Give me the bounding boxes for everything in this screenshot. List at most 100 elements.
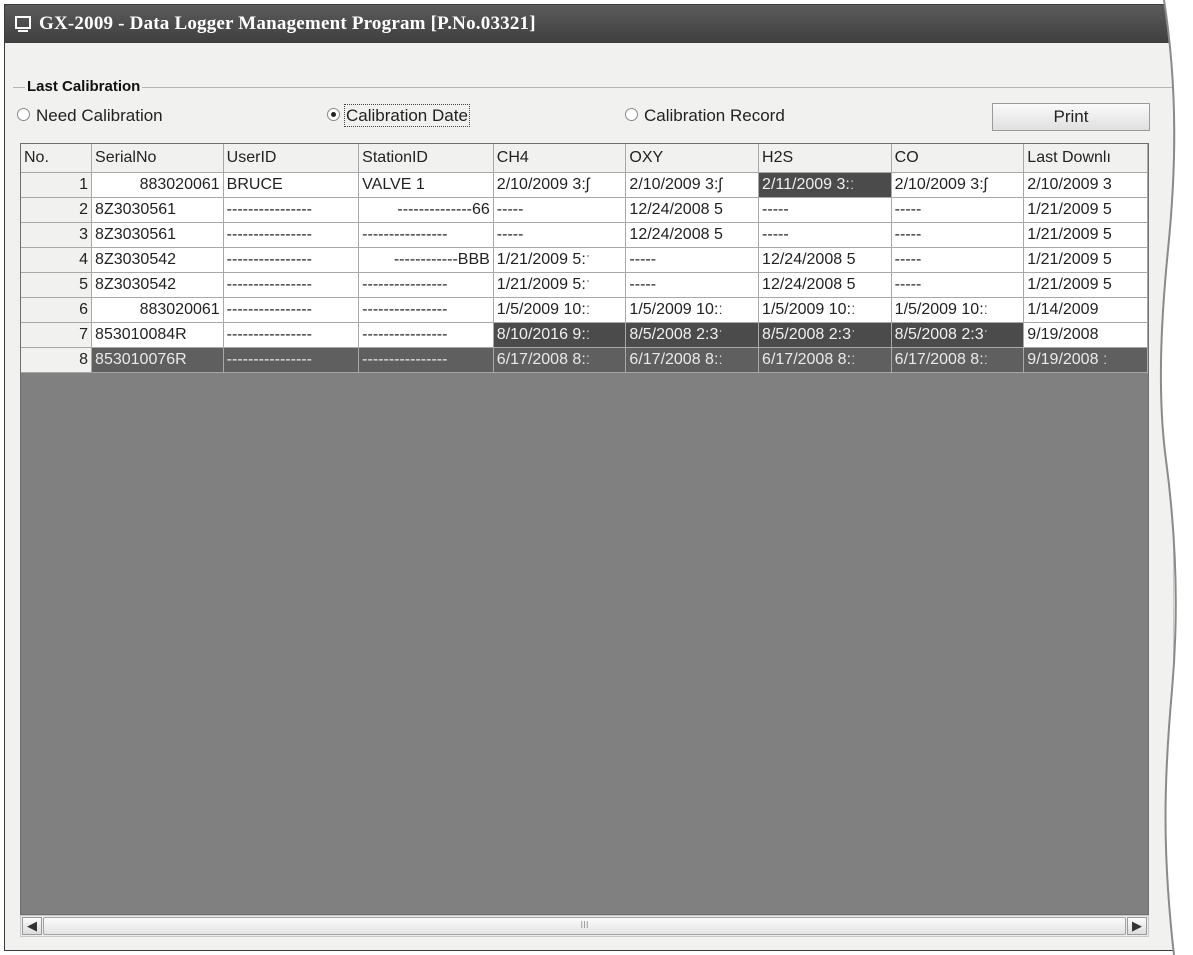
table-row[interactable]: 4 8Z3030542 ---------------- -----------…	[21, 247, 1148, 273]
cell-h2s[interactable]: 12/24/2008 5	[758, 272, 892, 298]
col-header-stationid[interactable]: StationID	[358, 144, 494, 173]
cell-h2s[interactable]: 8/5/2008 2:3ˑ	[758, 322, 892, 348]
cell-h2s[interactable]: 2/11/2009 3:ː	[758, 172, 892, 198]
table-row-selected[interactable]: 8 853010076R ---------------- ----------…	[21, 347, 1148, 373]
cell-oxy[interactable]: 6/17/2008 8:ː	[625, 347, 760, 373]
cell-oxy[interactable]: 2/10/2009 3:ʃ	[625, 172, 760, 198]
cell-user[interactable]: BRUCE	[223, 172, 360, 198]
radio-calibration-date[interactable]: Calibration Date	[327, 104, 470, 127]
cell-last-download[interactable]: 1/21/2009 5	[1023, 247, 1148, 273]
title-bar[interactable]: GX-2009 - Data Logger Management Program…	[5, 5, 1188, 43]
row-number: 7	[21, 322, 93, 348]
cell-serial[interactable]: 8Z3030561	[91, 222, 224, 248]
cell-serial[interactable]: 8Z3030542	[91, 272, 224, 298]
cell-serial[interactable]: 8Z3030561	[91, 197, 224, 223]
cell-station[interactable]: ----------------	[358, 297, 494, 323]
row-number: 8	[21, 347, 93, 373]
cell-co[interactable]: -----	[891, 222, 1025, 248]
radio-label: Need Calibration	[36, 106, 163, 125]
row-number: 5	[21, 272, 93, 298]
col-header-oxy[interactable]: OXY	[625, 144, 760, 173]
cell-oxy[interactable]: 12/24/2008 5	[625, 197, 760, 223]
cell-ch4[interactable]: 1/21/2009 5:ˑ	[493, 247, 627, 273]
cell-co[interactable]: 8/5/2008 2:3ˑ	[891, 322, 1025, 348]
cell-last-download[interactable]: 9/19/2008	[1023, 322, 1148, 348]
cell-serial[interactable]: 853010084R	[91, 322, 224, 348]
cell-co[interactable]: 2/10/2009 3:ʃ	[891, 172, 1025, 198]
cell-user[interactable]: ----------------	[223, 272, 360, 298]
radio-label: Calibration Record	[644, 106, 785, 125]
print-button[interactable]: Print	[992, 103, 1150, 131]
col-header-ch4[interactable]: CH4	[493, 144, 627, 173]
radio-circle[interactable]	[327, 108, 340, 122]
cell-last-download[interactable]: 1/21/2009 5	[1023, 272, 1148, 298]
cell-co[interactable]: -----	[891, 197, 1025, 223]
cell-user[interactable]: ----------------	[223, 197, 360, 223]
cell-station[interactable]: ----------------	[358, 222, 494, 248]
table-row[interactable]: 1 883020061 BRUCE VALVE 1 2/10/2009 3:ʃ …	[21, 172, 1148, 198]
radio-circle[interactable]	[17, 108, 30, 122]
cell-ch4[interactable]: 1/5/2009 10:ː	[493, 297, 627, 323]
table-row[interactable]: 5 8Z3030542 ---------------- -----------…	[21, 272, 1148, 298]
table-row[interactable]: 3 8Z3030561 ---------------- -----------…	[21, 222, 1148, 248]
cell-co[interactable]: -----	[891, 272, 1025, 298]
cell-last-download[interactable]: 2/10/2009 3	[1023, 172, 1148, 198]
col-header-co[interactable]: CO	[891, 144, 1025, 173]
cell-last-download[interactable]: 1/21/2009 5	[1023, 197, 1148, 223]
cell-user[interactable]: ----------------	[223, 222, 360, 248]
torn-edge-decoration	[1159, 0, 1193, 955]
cell-oxy[interactable]: 12/24/2008 5	[625, 222, 760, 248]
cell-co[interactable]: 1/5/2009 10:ː	[891, 297, 1025, 323]
cell-serial[interactable]: 883020061	[91, 172, 224, 198]
cell-ch4[interactable]: -----	[493, 222, 627, 248]
cell-last-download[interactable]: 9/19/2008 ː	[1023, 347, 1148, 373]
cell-h2s[interactable]: 6/17/2008 8:ː	[758, 347, 892, 373]
cell-co[interactable]: 6/17/2008 8:ː	[891, 347, 1025, 373]
col-header-last-download[interactable]: Last Downlı	[1023, 144, 1148, 173]
cell-station[interactable]: ----------------	[358, 272, 494, 298]
table-row[interactable]: 6 883020061 ---------------- -----------…	[21, 297, 1148, 323]
cell-serial[interactable]: 883020061	[91, 297, 224, 323]
cell-ch4[interactable]: 6/17/2008 8:ː	[493, 347, 627, 373]
cell-ch4[interactable]: 8/10/2016 9:ː	[493, 322, 627, 348]
radio-calibration-record[interactable]: Calibration Record	[625, 106, 785, 126]
cell-station[interactable]: ----------------	[358, 322, 494, 348]
cell-station[interactable]: ------------BBB	[358, 247, 494, 273]
cell-co[interactable]: -----	[891, 247, 1025, 273]
cell-user[interactable]: ----------------	[223, 322, 360, 348]
scroll-left-arrow-icon[interactable]: ◀	[22, 917, 42, 935]
cell-serial[interactable]: 853010076R	[91, 347, 224, 373]
cell-user[interactable]: ----------------	[223, 297, 360, 323]
cell-station[interactable]: VALVE 1	[358, 172, 494, 198]
col-header-no[interactable]: No.	[21, 144, 93, 173]
horizontal-scrollbar[interactable]: ◀ III ▶	[20, 915, 1149, 937]
cell-serial[interactable]: 8Z3030542	[91, 247, 224, 273]
cell-user[interactable]: ----------------	[223, 247, 360, 273]
col-header-h2s[interactable]: H2S	[758, 144, 892, 173]
cell-last-download[interactable]: 1/14/2009	[1023, 297, 1148, 323]
cell-h2s[interactable]: 12/24/2008 5	[758, 247, 892, 273]
table-row[interactable]: 7 853010084R ---------------- ----------…	[21, 322, 1148, 348]
cell-h2s[interactable]: 1/5/2009 10:ː	[758, 297, 892, 323]
cell-h2s[interactable]: -----	[758, 222, 892, 248]
cell-ch4[interactable]: 1/21/2009 5:ˑ	[493, 272, 627, 298]
cell-last-download[interactable]: 1/21/2009 5	[1023, 222, 1148, 248]
cell-oxy[interactable]: 8/5/2008 2:3ˑ	[625, 322, 760, 348]
cell-station[interactable]: --------------66	[358, 197, 494, 223]
cell-ch4[interactable]: 2/10/2009 3:ʃ	[493, 172, 627, 198]
cell-h2s[interactable]: -----	[758, 197, 892, 223]
row-number: 3	[21, 222, 93, 248]
col-header-serialno[interactable]: SerialNo	[91, 144, 224, 173]
col-header-userid[interactable]: UserID	[223, 144, 360, 173]
cell-oxy[interactable]: 1/5/2009 10:ː	[625, 297, 760, 323]
radio-circle[interactable]	[625, 108, 638, 122]
cell-oxy[interactable]: -----	[625, 272, 760, 298]
cell-station[interactable]: ----------------	[358, 347, 494, 373]
scroll-thumb[interactable]: III	[43, 917, 1126, 935]
radio-need-calibration[interactable]: Need Calibration	[17, 106, 163, 126]
cell-oxy[interactable]: -----	[625, 247, 760, 273]
table-row[interactable]: 2 8Z3030561 ---------------- -----------…	[21, 197, 1148, 223]
cell-ch4[interactable]: -----	[493, 197, 627, 223]
cell-user[interactable]: ----------------	[223, 347, 360, 373]
group-box-border	[13, 87, 1173, 88]
